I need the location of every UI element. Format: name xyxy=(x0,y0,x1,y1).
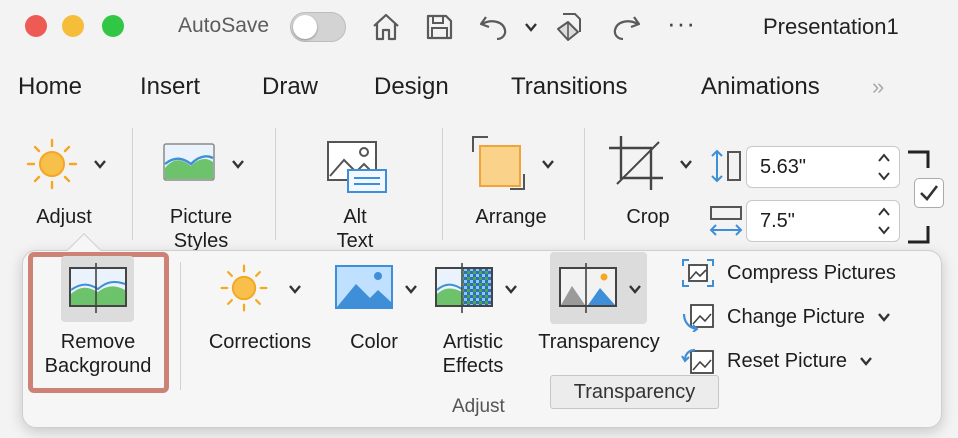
crop-icon[interactable] xyxy=(607,134,667,197)
adjust-group-label: Adjust xyxy=(452,396,505,417)
lock-aspect-checkbox[interactable] xyxy=(914,178,944,208)
artistic-effects-label-line1: Artistic xyxy=(443,331,503,353)
compress-pictures-icon xyxy=(682,259,714,287)
tab-home[interactable]: Home xyxy=(18,73,82,101)
tab-transitions[interactable]: Transitions xyxy=(511,73,627,101)
tab-design[interactable]: Design xyxy=(374,73,449,101)
corrections-label[interactable]: Corrections xyxy=(196,330,324,354)
ribbon-divider xyxy=(584,128,585,240)
alt-text-label[interactable]: Alt Text xyxy=(315,205,395,253)
corrections-icon[interactable] xyxy=(216,260,272,321)
tab-animations[interactable]: Animations xyxy=(701,73,820,101)
crop-label[interactable]: Crop xyxy=(612,205,684,229)
ribbon-divider xyxy=(442,128,443,240)
alt-text-label-line1: Alt xyxy=(343,206,367,228)
ribbon-divider xyxy=(275,128,276,240)
transparency-icon[interactable] xyxy=(558,262,618,319)
transparency-chevron-icon[interactable] xyxy=(628,282,642,301)
window-close-button[interactable] xyxy=(25,15,47,37)
alt-text-icon[interactable] xyxy=(324,138,388,201)
sun-icon[interactable] xyxy=(22,134,82,199)
reset-picture-button[interactable]: Reset Picture xyxy=(681,344,873,378)
corrections-chevron-icon[interactable] xyxy=(288,282,302,301)
save-icon[interactable] xyxy=(421,8,457,46)
adjust-label[interactable]: Adjust xyxy=(22,205,106,229)
toggle-knob xyxy=(293,15,317,39)
width-stepper-icon xyxy=(878,207,890,235)
arrange-icon[interactable] xyxy=(470,134,526,197)
checkmark-icon xyxy=(920,185,939,201)
picture-styles-chevron-icon[interactable] xyxy=(231,157,245,176)
color-icon[interactable] xyxy=(334,264,394,315)
height-input[interactable]: 5.63" xyxy=(746,146,900,188)
remove-background-label-line1: Remove xyxy=(60,331,136,353)
width-input[interactable]: 7.5" xyxy=(746,200,900,242)
height-icon xyxy=(708,148,744,189)
print-preview-icon[interactable] xyxy=(552,8,588,46)
height-value: 5.63" xyxy=(760,156,807,178)
autosave-toggle[interactable] xyxy=(290,12,346,42)
more-tabs-icon[interactable]: » xyxy=(872,74,884,100)
more-commands-icon[interactable]: ··· xyxy=(667,8,696,39)
remove-background-label-line2: Background xyxy=(44,355,152,377)
picture-styles-icon[interactable] xyxy=(163,142,215,189)
popover-divider xyxy=(180,262,181,390)
width-icon xyxy=(708,204,744,245)
home-icon[interactable] xyxy=(368,8,404,46)
window-maximize-button[interactable] xyxy=(102,15,124,37)
width-value: 7.5" xyxy=(760,210,795,232)
ribbon-divider xyxy=(132,128,133,240)
undo-icon[interactable] xyxy=(476,8,512,46)
arrange-label[interactable]: Arrange xyxy=(466,205,556,229)
artistic-effects-chevron-icon[interactable] xyxy=(504,282,518,301)
autosave-label: AutoSave xyxy=(178,14,270,37)
change-picture-button[interactable]: Change Picture xyxy=(681,300,891,334)
change-picture-icon xyxy=(682,304,714,332)
reset-picture-icon xyxy=(681,348,714,374)
remove-background-label: Remove Background xyxy=(34,330,162,378)
tab-draw[interactable]: Draw xyxy=(262,73,318,101)
transparency-label[interactable]: Transparency xyxy=(530,330,668,354)
change-picture-label: Change Picture xyxy=(727,305,865,328)
height-stepper-icon xyxy=(878,153,890,181)
arrange-chevron-icon[interactable] xyxy=(541,157,555,176)
change-picture-chevron-icon xyxy=(877,313,890,322)
adjust-chevron-icon[interactable] xyxy=(93,157,107,176)
tab-insert[interactable]: Insert xyxy=(140,73,200,101)
crop-chevron-icon[interactable] xyxy=(679,157,693,176)
redo-icon[interactable] xyxy=(608,8,644,46)
transparency-tooltip: Transparency xyxy=(550,375,719,409)
document-title: Presentation1 xyxy=(763,14,899,39)
reset-picture-chevron-icon xyxy=(860,357,872,366)
compress-pictures-button[interactable]: Compress Pictures xyxy=(681,256,896,290)
artistic-effects-label[interactable]: Artistic Effects xyxy=(424,330,522,378)
undo-dropdown-chevron-icon[interactable] xyxy=(518,8,544,46)
compress-pictures-label: Compress Pictures xyxy=(727,261,896,284)
artistic-effects-icon[interactable] xyxy=(434,262,494,319)
color-label[interactable]: Color xyxy=(334,330,414,354)
window-minimize-button[interactable] xyxy=(62,15,84,37)
color-chevron-icon[interactable] xyxy=(404,282,418,301)
artistic-effects-label-line2: Effects xyxy=(442,355,504,377)
picture-styles-label[interactable]: Picture Styles xyxy=(151,205,251,253)
picture-styles-label-line1: Picture xyxy=(169,206,233,228)
remove-background-icon[interactable] xyxy=(68,262,128,319)
reset-picture-label: Reset Picture xyxy=(727,349,848,372)
